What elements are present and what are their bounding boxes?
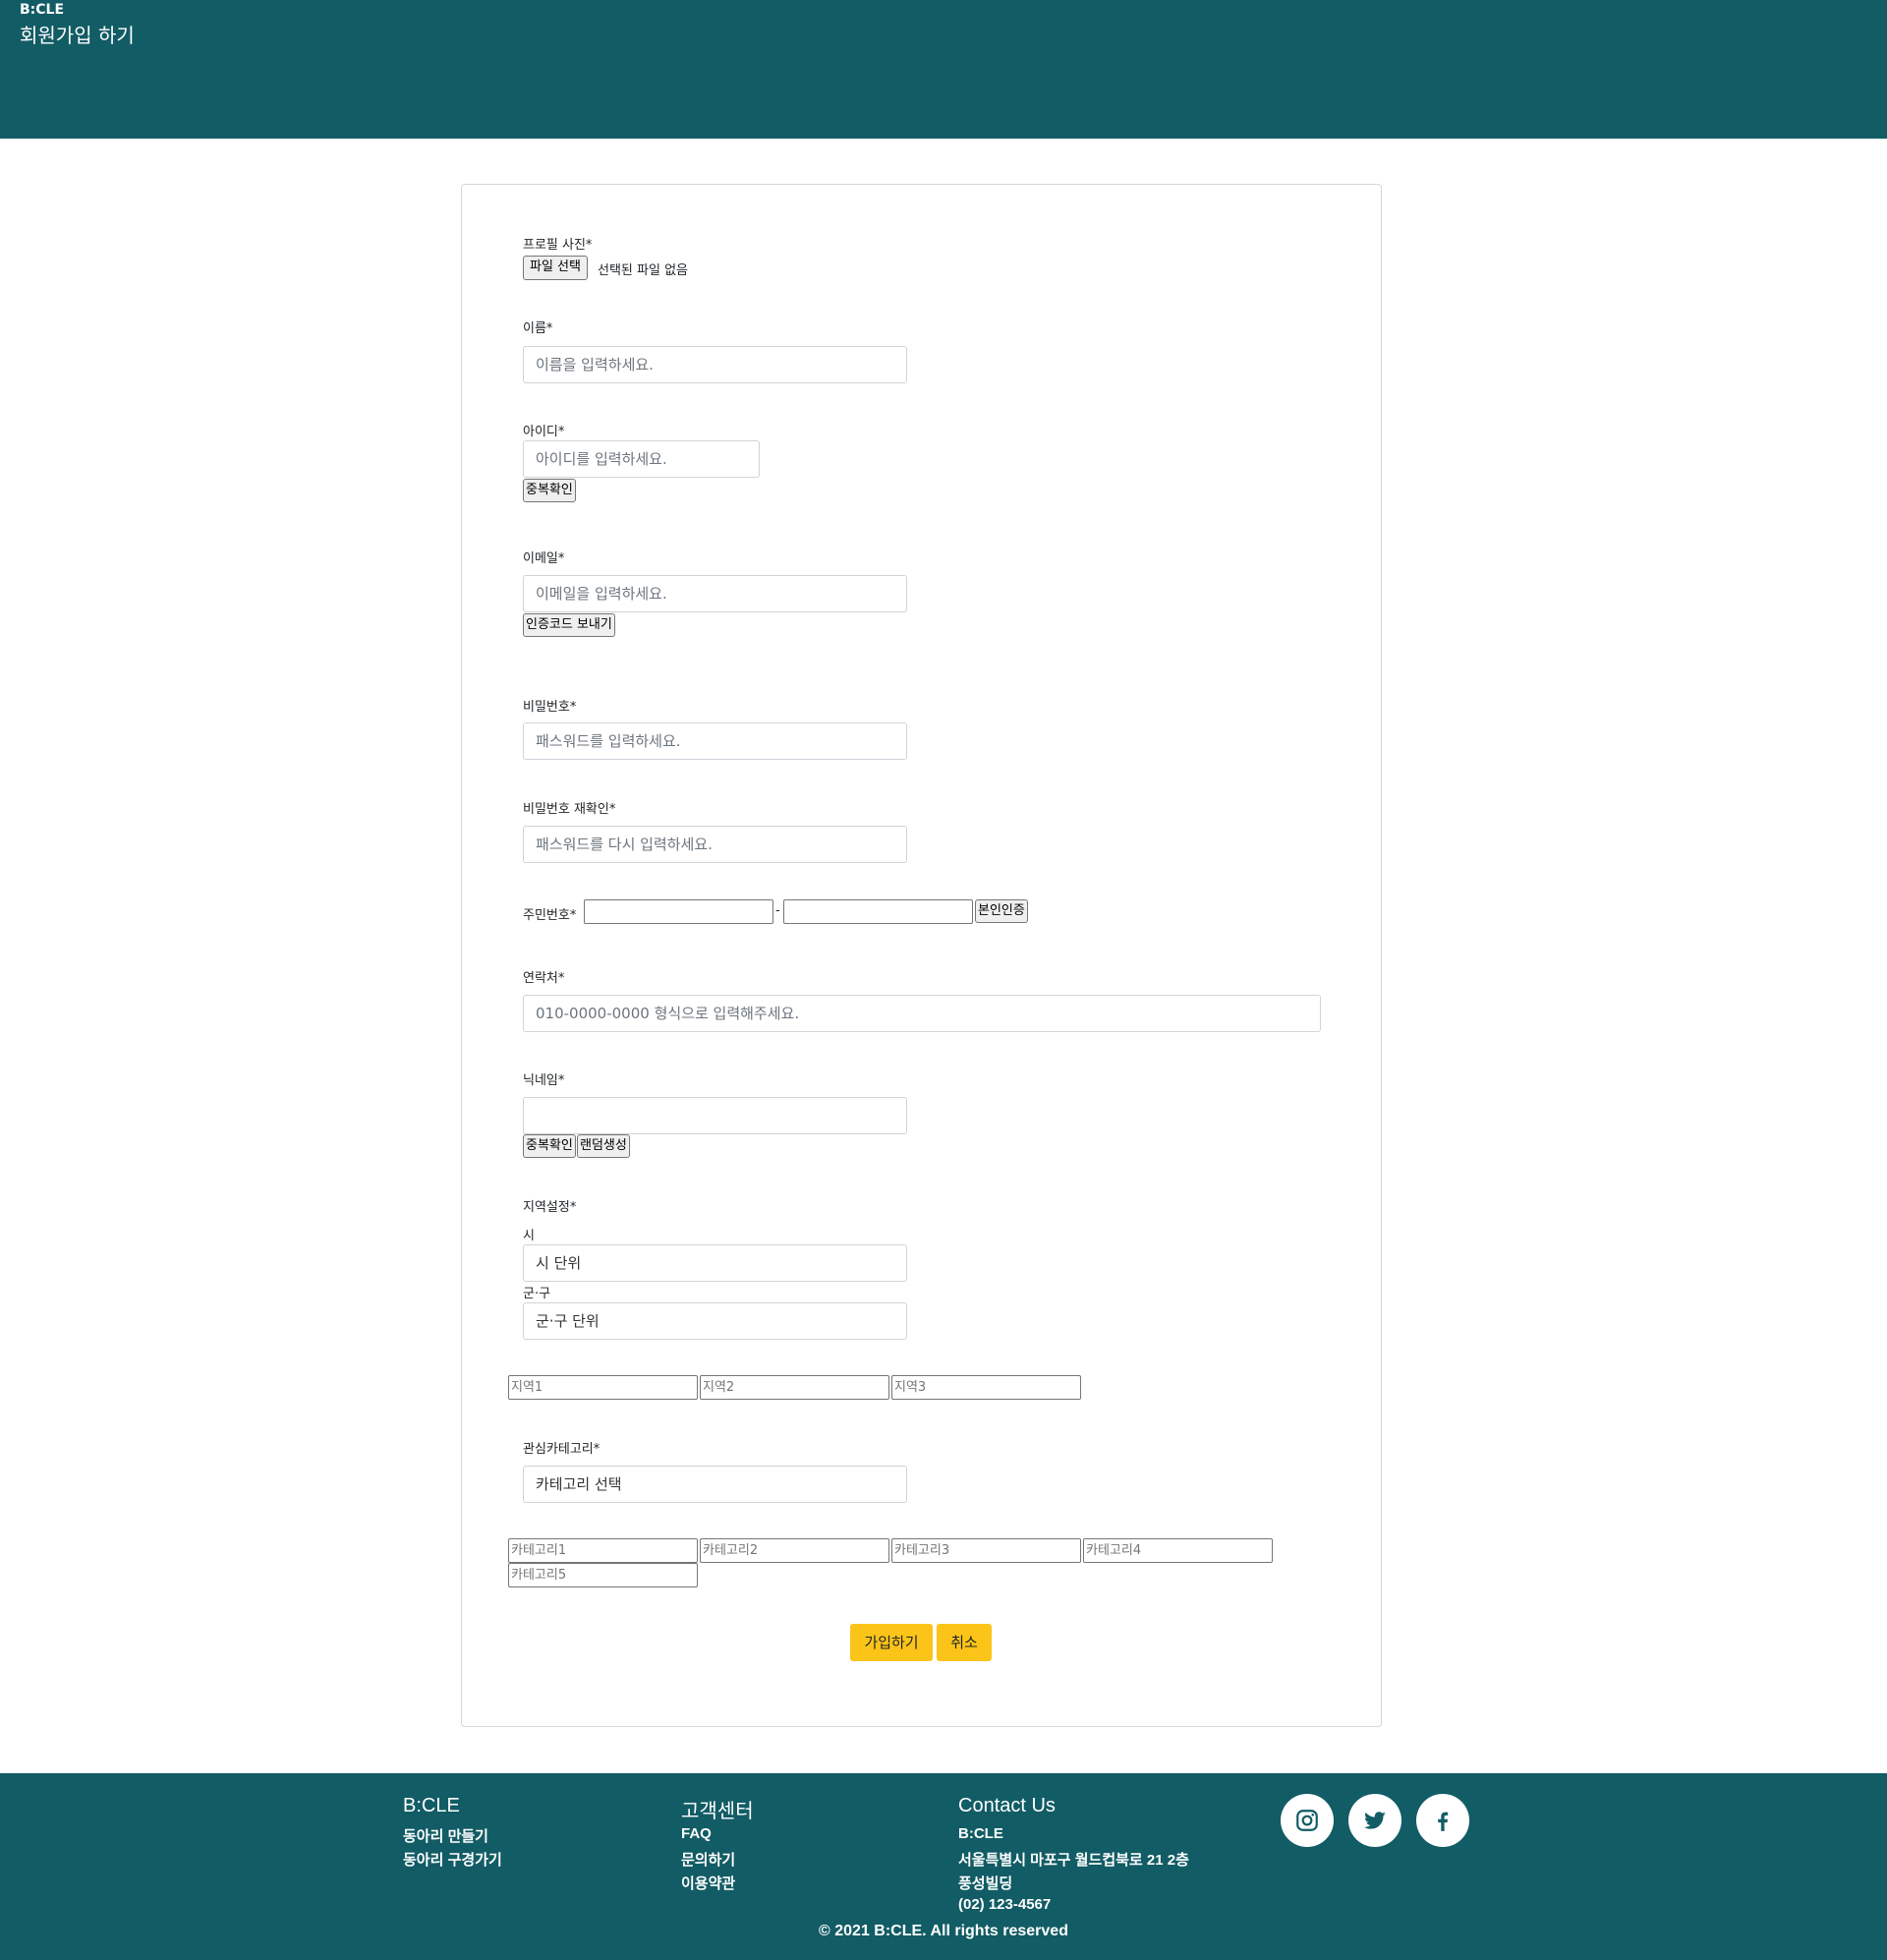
instagram-icon — [1296, 1810, 1318, 1831]
signup-submit-button[interactable]: 가입하기 — [850, 1624, 933, 1661]
userid-label: 아이디* — [523, 425, 565, 439]
footer-contact-company: B:CLE — [958, 1825, 1003, 1842]
userid-input[interactable]: 아이디를 입력하세요. — [523, 440, 760, 478]
category-slot-2[interactable]: 카테고리2 — [700, 1538, 889, 1563]
footer-support-title: 고객센터 — [681, 1801, 754, 1822]
region-slot-2[interactable]: 지역2 — [700, 1375, 889, 1400]
phone-input[interactable]: 010-0000-0000 형식으로 입력해주세요. — [523, 995, 1321, 1032]
twitter-icon — [1363, 1812, 1386, 1829]
send-verification-code-button[interactable]: 인증코드 보내기 — [523, 613, 615, 637]
twitter-link[interactable] — [1348, 1794, 1401, 1847]
footer-link-terms[interactable]: 이용약관 — [681, 1873, 735, 1893]
copyright-text: © 2021 B:CLE. All rights reserved — [819, 1923, 1068, 1939]
footer-contact-title: Contact Us — [958, 1795, 1056, 1816]
region-slot-3[interactable]: 지역3 — [891, 1375, 1081, 1400]
password-confirm-input[interactable]: 패스워드를 다시 입력하세요. — [523, 826, 907, 863]
phone-label: 연락처* — [523, 971, 565, 986]
ssn-separator: - — [775, 903, 780, 918]
nickname-label: 닉네임* — [523, 1073, 565, 1088]
nickname-random-button[interactable]: 랜덤생성 — [577, 1134, 630, 1158]
brand-logo[interactable]: B:CLE — [20, 2, 64, 18]
ssn-back-input[interactable] — [783, 899, 973, 924]
name-input[interactable]: 이름을 입력하세요. — [523, 346, 907, 383]
category-select[interactable]: 카테고리 선택 — [523, 1466, 907, 1503]
facebook-link[interactable] — [1416, 1794, 1469, 1847]
category-slot-4[interactable]: 카테고리4 — [1083, 1538, 1273, 1563]
region-slot-1[interactable]: 지역1 — [508, 1375, 698, 1400]
password-confirm-label: 비밀번호 재확인* — [523, 802, 616, 817]
page-header: B:CLE 회원가입 하기 — [0, 0, 1887, 139]
footer-contact-building: 풍성빌딩 — [958, 1875, 1013, 1892]
region-label: 지역설정* — [523, 1200, 577, 1215]
footer-link-faq[interactable]: FAQ — [681, 1825, 712, 1842]
ssn-label: 주민번호* — [523, 908, 577, 923]
footer-link-create-club[interactable]: 동아리 만들기 — [403, 1825, 488, 1846]
cancel-button[interactable]: 취소 — [937, 1624, 992, 1661]
footer-contact-address: 서울특별시 마포구 월드컵북로 21 2층 — [958, 1852, 1189, 1869]
nickname-input[interactable] — [523, 1097, 907, 1134]
file-status-text: 선택된 파일 없음 — [598, 263, 688, 278]
password-label: 비밀번호* — [523, 700, 577, 715]
footer-link-browse-clubs[interactable]: 동아리 구경가기 — [403, 1849, 502, 1870]
ssn-front-input[interactable] — [584, 899, 773, 924]
instagram-link[interactable] — [1281, 1794, 1334, 1847]
district-label: 군·구 — [523, 1287, 551, 1301]
userid-duplicate-check-button[interactable]: 중복확인 — [523, 479, 576, 502]
profile-photo-label: 프로필 사진* — [523, 238, 593, 253]
identity-verify-button[interactable]: 본인인증 — [975, 899, 1028, 923]
city-select[interactable]: 시 단위 — [523, 1244, 907, 1282]
category-slot-3[interactable]: 카테고리3 — [891, 1538, 1081, 1563]
nickname-duplicate-check-button[interactable]: 중복확인 — [523, 1134, 576, 1158]
facebook-icon — [1438, 1812, 1449, 1831]
page-footer: B:CLE 동아리 만들기 동아리 구경가기 고객센터 FAQ 문의하기 이용약… — [0, 1773, 1887, 1960]
category-label: 관심카테고리* — [523, 1442, 600, 1457]
footer-link-inquiry[interactable]: 문의하기 — [681, 1849, 735, 1870]
category-slot-5[interactable]: 카테고리5 — [508, 1563, 698, 1587]
signup-form-card: 프로필 사진* 파일 선택 선택된 파일 없음 이름* 이름을 입력하세요. 아… — [461, 184, 1382, 1727]
page-title: 회원가입 하기 — [20, 24, 135, 47]
email-input[interactable]: 이메일을 입력하세요. — [523, 575, 907, 612]
file-select-button[interactable]: 파일 선택 — [523, 256, 588, 280]
footer-contact-phone: (02) 123-4567 — [958, 1896, 1052, 1913]
name-label: 이름* — [523, 321, 553, 336]
category-slot-1[interactable]: 카테고리1 — [508, 1538, 698, 1563]
district-select[interactable]: 군·구 단위 — [523, 1302, 907, 1340]
password-input[interactable]: 패스워드를 입력하세요. — [523, 722, 907, 760]
city-label: 시 — [523, 1229, 535, 1243]
email-label: 이메일* — [523, 551, 565, 566]
footer-brand-title: B:CLE — [403, 1795, 460, 1816]
